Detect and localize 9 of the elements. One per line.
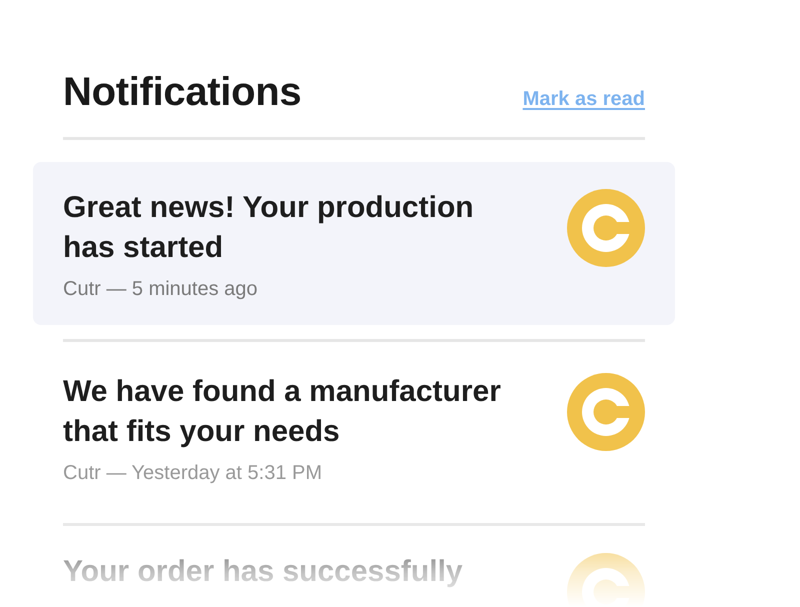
notification-card[interactable]: Great news! Your production has started Cutr — 5 minutes ago: [33, 162, 675, 325]
notification-meta: Cutr — 5 minutes ago: [63, 277, 259, 301]
notification-title: Great news! Your production has started: [63, 190, 475, 266]
circle-c-icon: [567, 373, 645, 451]
page-title: Notifications: [63, 69, 302, 116]
circle-c-icon: [567, 189, 645, 267]
notification-title: We have found a manufacturer that fits your needs: [63, 374, 502, 450]
notification-meta: Cutr — Yesterday at 5:31 PM: [63, 461, 324, 485]
notification-title: Your order has successfully: [63, 554, 464, 590]
